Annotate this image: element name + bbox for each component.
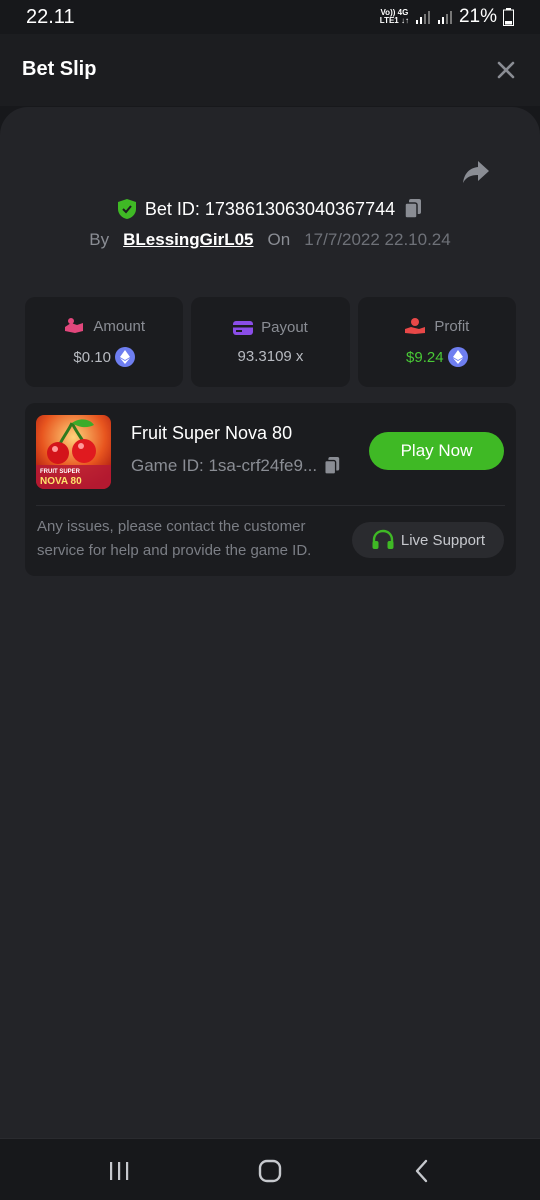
live-support-button[interactable]: Live Support — [352, 522, 504, 558]
bet-meta-row: By BLessingGirL05 On 17/7/2022 22.10.24 — [0, 228, 540, 252]
username-link[interactable]: BLessingGirL05 — [123, 230, 253, 250]
headset-icon — [372, 529, 394, 549]
payout-value: 93.3109 x — [237, 348, 304, 365]
bet-slip-panel: Bet ID: 1738613063040367744 By BLessingG… — [0, 107, 540, 1140]
game-thumbnail[interactable]: FRUIT SUPER NOVA 80 — [36, 415, 111, 489]
bet-stats: Amount $0.10 Payout 93.3109 x Profit $9.… — [25, 297, 516, 387]
battery-level: 21% — [458, 6, 497, 27]
battery-icon — [503, 8, 514, 26]
thumb-text-bottom: NOVA 80 — [40, 476, 82, 487]
status-time: 22.11 — [26, 6, 75, 28]
eth-icon — [114, 347, 135, 367]
amount-stat: Amount $0.10 — [25, 297, 184, 387]
payout-stat: Payout 93.3109 x — [191, 297, 350, 387]
game-card: FRUIT SUPER NOVA 80 Fruit Super Nova 80 … — [25, 403, 516, 576]
live-support-label: Live Support — [400, 531, 486, 549]
recents-icon[interactable] — [106, 1159, 132, 1183]
network-bottom: LTE1 ↓↑ — [379, 16, 409, 25]
signal-icon — [415, 11, 430, 24]
amount-value: $0.10 — [73, 348, 111, 366]
back-icon[interactable] — [409, 1159, 435, 1183]
navigation-bar — [0, 1138, 540, 1200]
game-id-row: Game ID: 1sa-crf24fe9... — [131, 456, 341, 476]
profit-stat: Profit $9.24 — [357, 297, 516, 387]
shield-check-icon — [117, 199, 136, 219]
divider — [36, 505, 505, 506]
network-indicator: Vo)) 4G LTE1 ↓↑ — [380, 9, 409, 25]
signal-icon — [437, 11, 452, 24]
game-id: Game ID: 1sa-crf24fe9... — [131, 456, 318, 475]
support-notice: Any issues, please contact the customer … — [37, 518, 312, 559]
header: Bet Slip — [0, 34, 540, 106]
payout-label: Payout — [261, 319, 308, 336]
bet-date: 17/7/2022 22.10.24 — [304, 230, 451, 249]
status-bar: 22.11 Vo)) 4G LTE1 ↓↑ 21% — [0, 0, 540, 34]
bet-id: Bet ID: 1738613063040367744 — [144, 198, 396, 219]
copy-icon[interactable] — [403, 198, 423, 220]
on-label: On — [267, 230, 291, 249]
copy-icon[interactable] — [323, 456, 341, 476]
share-icon[interactable] — [462, 159, 490, 185]
amount-icon — [65, 318, 84, 333]
eth-icon — [447, 347, 468, 367]
profit-icon — [405, 318, 426, 334]
home-icon[interactable] — [257, 1159, 283, 1183]
profit-label: Profit — [434, 317, 470, 335]
page-title: Bet Slip — [22, 58, 97, 80]
profit-value: $9.24 — [406, 348, 444, 366]
status-indicators: Vo)) 4G LTE1 ↓↑ 21% — [380, 6, 514, 28]
amount-label: Amount — [93, 317, 146, 335]
bet-id-row: Bet ID: 1738613063040367744 — [0, 195, 540, 223]
game-title: Fruit Super Nova 80 — [131, 423, 293, 443]
close-icon[interactable] — [494, 58, 518, 82]
thumb-text-top: FRUIT SUPER — [40, 469, 81, 475]
card-icon — [233, 320, 254, 335]
play-now-button[interactable]: Play Now — [369, 432, 504, 470]
by-label: By — [89, 230, 110, 249]
